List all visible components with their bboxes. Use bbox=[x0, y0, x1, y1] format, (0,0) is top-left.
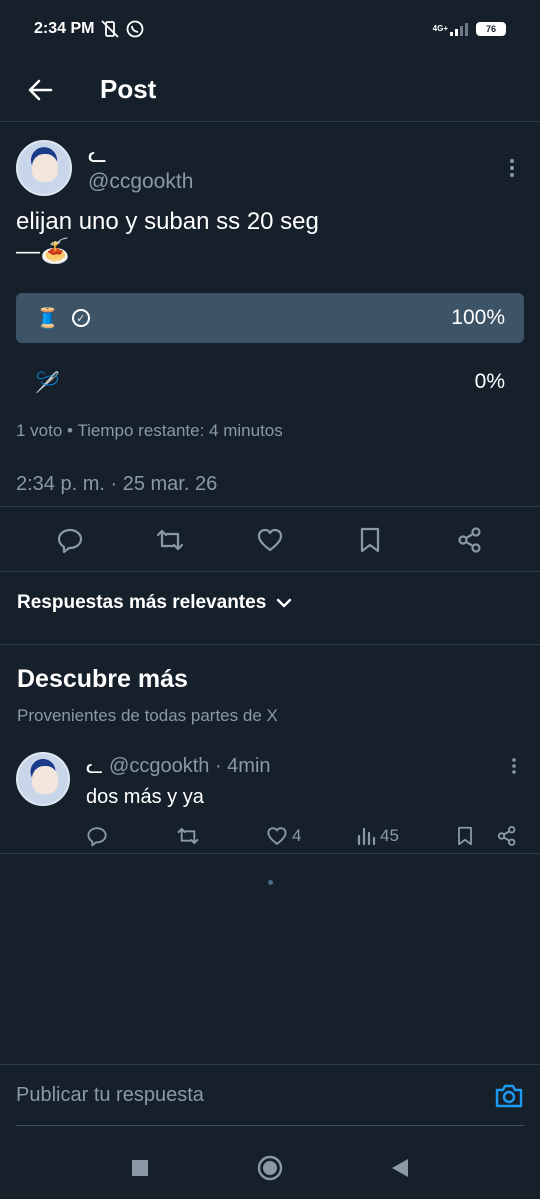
more-options-button[interactable] bbox=[504, 752, 524, 780]
battery-icon: 76 bbox=[476, 22, 506, 36]
like-button[interactable] bbox=[250, 520, 290, 560]
poll-percentage: 100% bbox=[451, 306, 505, 329]
discover-title: Descubre más bbox=[17, 665, 188, 693]
reply-icon bbox=[87, 827, 107, 847]
composer-underline bbox=[16, 1125, 524, 1126]
suggested-post-header: ᓚ @ccgookth · 4min bbox=[86, 752, 524, 780]
square-icon bbox=[132, 1159, 148, 1176]
share-button[interactable] bbox=[450, 520, 490, 560]
camera-button[interactable] bbox=[494, 1083, 524, 1109]
recents-button[interactable] bbox=[120, 1148, 160, 1188]
back-button[interactable] bbox=[20, 70, 60, 110]
status-time: 2:34 PM bbox=[34, 20, 95, 37]
reply-input[interactable] bbox=[16, 1084, 494, 1107]
back-nav-button[interactable] bbox=[380, 1148, 420, 1188]
like-count: 4 bbox=[292, 826, 302, 845]
triangle-back-icon bbox=[392, 1158, 408, 1177]
poll-option-label: 🧵 bbox=[35, 307, 60, 330]
signal-icon: 4G+ bbox=[433, 22, 470, 36]
whatsapp-icon bbox=[126, 20, 144, 38]
reply-icon bbox=[57, 528, 83, 553]
post-actions bbox=[0, 506, 540, 572]
suggested-post-text: dos más y ya bbox=[86, 786, 204, 808]
vibrate-off-icon bbox=[100, 20, 120, 38]
status-right: 4G+ 76 bbox=[433, 22, 506, 36]
heart-icon bbox=[257, 528, 283, 551]
arrow-left-icon bbox=[28, 79, 53, 100]
share-button[interactable] bbox=[496, 825, 518, 847]
view-count: 45 bbox=[380, 826, 399, 845]
post-text: elijan uno y suban ss 20 seg —🍝 bbox=[16, 208, 319, 265]
repost-button[interactable] bbox=[150, 520, 190, 560]
like-button[interactable]: 4 bbox=[266, 825, 356, 847]
status-left: 2:34 PM bbox=[34, 20, 144, 38]
divider bbox=[0, 853, 540, 854]
author-names: ᓚ @ccgookth bbox=[88, 142, 193, 194]
home-button[interactable] bbox=[250, 1148, 290, 1188]
poll-option-1[interactable]: 🧵 ✓ 100% bbox=[16, 293, 524, 343]
loading-indicator bbox=[268, 880, 273, 885]
more-options-button[interactable] bbox=[500, 148, 524, 188]
poll-option-2[interactable]: 🪡 0% bbox=[16, 357, 524, 407]
network-label: 4G+ bbox=[432, 24, 448, 33]
poll: 🧵 ✓ 100% 🪡 0% bbox=[0, 267, 540, 407]
system-nav-bar bbox=[0, 1136, 540, 1199]
reply-button[interactable] bbox=[86, 825, 176, 847]
repost-icon bbox=[156, 529, 184, 550]
replies-sort-selector[interactable]: Respuestas más relevantes bbox=[17, 592, 292, 614]
divider bbox=[0, 571, 540, 572]
bar-chart-icon bbox=[357, 827, 376, 846]
top-app-bar: Post bbox=[0, 58, 540, 122]
circle-icon bbox=[257, 1155, 283, 1180]
bookmark-button[interactable] bbox=[456, 825, 496, 847]
discover-section: Descubre más Provenientes de todas parte… bbox=[17, 665, 278, 726]
discover-subtitle: Provenientes de todas partes de X bbox=[17, 706, 278, 725]
check-circle-icon: ✓ bbox=[71, 309, 90, 327]
author-row: ᓚ @ccgookth bbox=[0, 123, 540, 197]
bookmark-icon bbox=[458, 826, 472, 846]
share-icon bbox=[458, 526, 481, 553]
chevron-down-icon bbox=[277, 598, 292, 608]
more-vertical-icon bbox=[512, 758, 516, 774]
reply-composer bbox=[0, 1064, 540, 1126]
views-button[interactable]: 45 bbox=[356, 826, 456, 846]
suggested-post-actions: 4 45 bbox=[86, 825, 524, 847]
suggested-post-display-name[interactable]: ᓚ bbox=[86, 754, 103, 779]
suggested-post-body: ᓚ @ccgookth · 4min dos más y ya 4 45 bbox=[86, 752, 524, 847]
more-vertical-icon bbox=[510, 159, 514, 177]
repost-button[interactable] bbox=[176, 825, 266, 847]
avatar[interactable] bbox=[16, 752, 70, 806]
camera-icon bbox=[495, 1084, 523, 1107]
bookmark-icon bbox=[360, 527, 380, 552]
suggested-post-handle-time[interactable]: @ccgookth · 4min bbox=[109, 755, 270, 778]
page-title: Post bbox=[100, 74, 157, 104]
author-handle[interactable]: @ccgookth bbox=[88, 170, 193, 194]
poll-percentage: 0% bbox=[474, 370, 505, 393]
suggested-post[interactable]: ᓚ @ccgookth · 4min dos más y ya 4 45 bbox=[16, 752, 524, 847]
post-timestamp: 2:34 p. m. · 25 mar. 26 bbox=[16, 473, 218, 495]
reply-button[interactable] bbox=[50, 520, 90, 560]
sort-label: Respuestas más relevantes bbox=[17, 592, 267, 613]
heart-icon bbox=[267, 827, 287, 845]
poll-option-label: 🪡 bbox=[35, 371, 60, 394]
author-display-name[interactable]: ᓚ bbox=[88, 142, 193, 167]
repost-icon bbox=[177, 827, 199, 845]
main-post: ᓚ @ccgookth elijan uno y suban ss 20 seg… bbox=[0, 123, 540, 496]
poll-meta: 1 voto • Tiempo restante: 4 minutos bbox=[16, 421, 283, 440]
divider bbox=[0, 644, 540, 645]
status-bar: 2:34 PM 4G+ 76 bbox=[0, 0, 540, 58]
avatar[interactable] bbox=[16, 140, 72, 196]
poll-result-bar bbox=[16, 293, 524, 343]
share-icon bbox=[497, 826, 516, 846]
bookmark-button[interactable] bbox=[350, 520, 390, 560]
